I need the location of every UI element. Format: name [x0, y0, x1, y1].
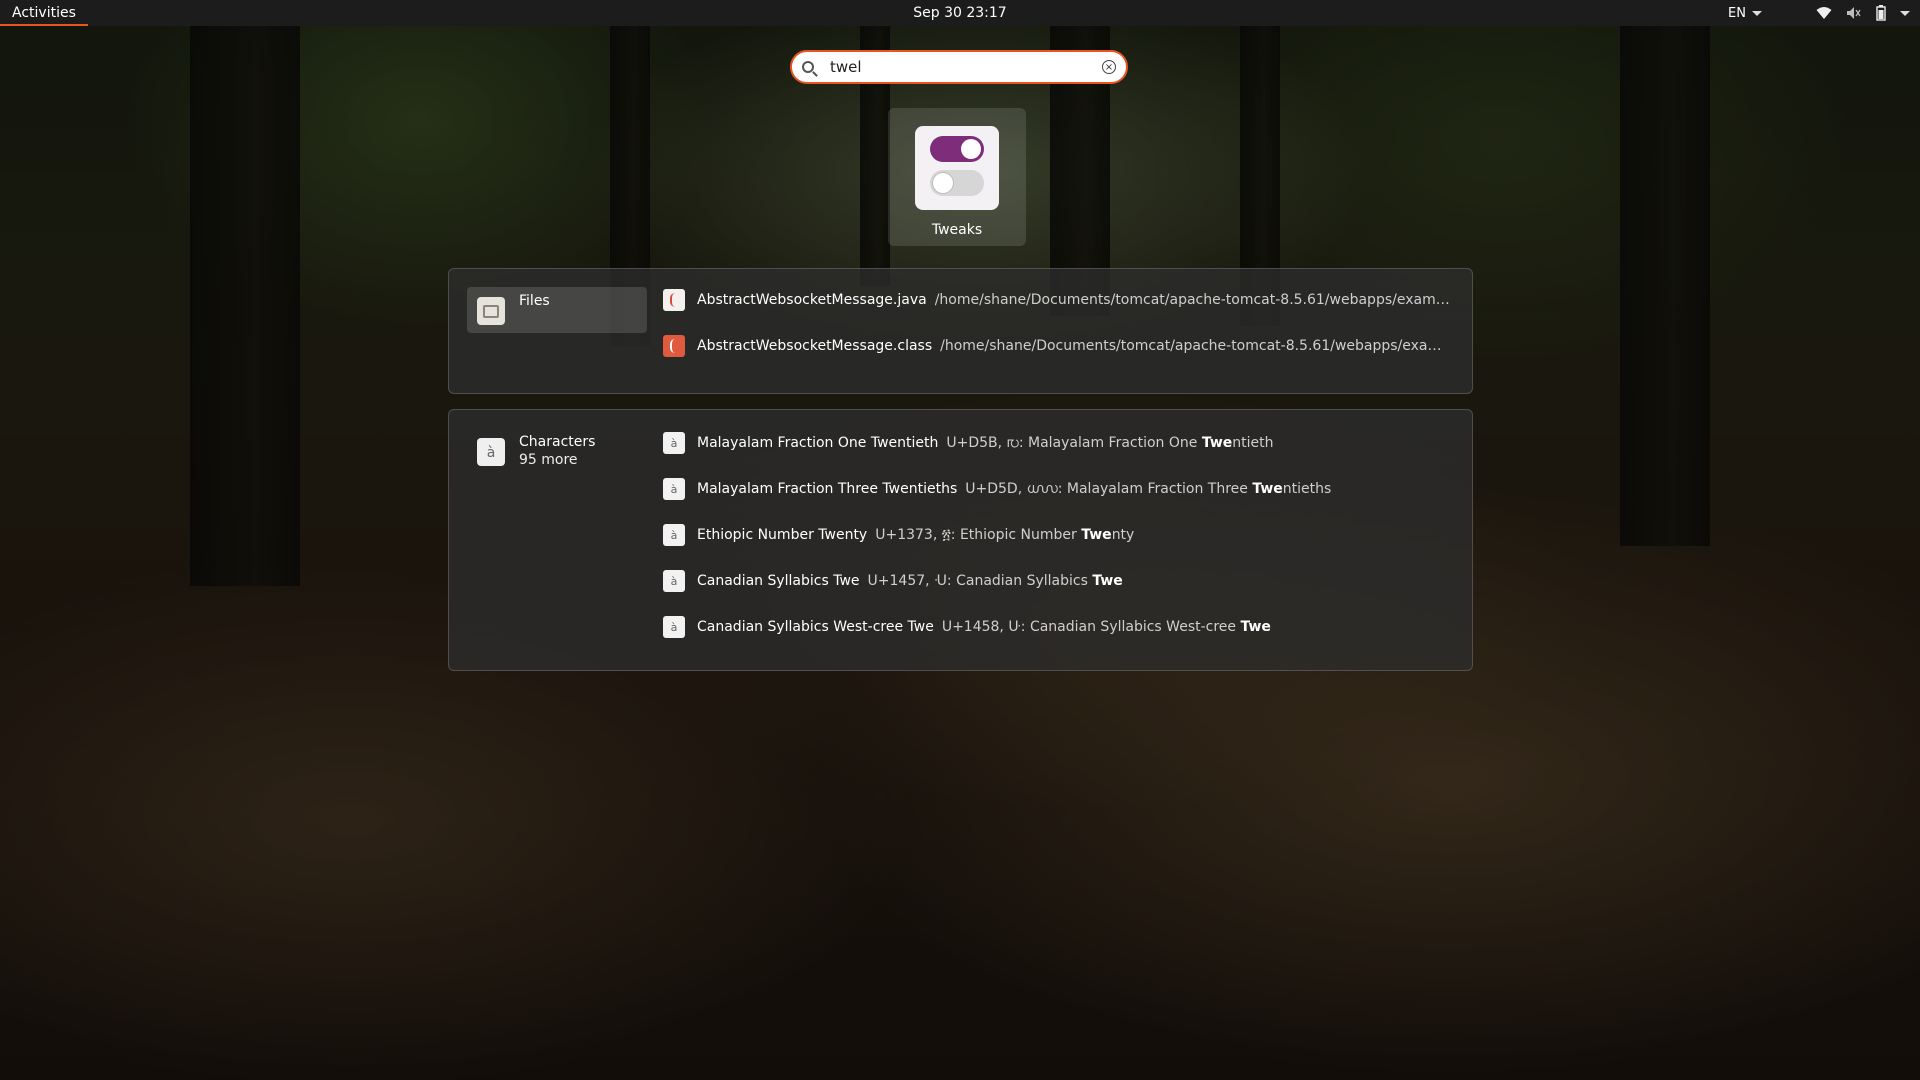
character-name: Malayalam Fraction Three Twentieths — [697, 481, 958, 497]
system-tray[interactable]: EN — [1728, 0, 1910, 26]
character-icon: à — [663, 432, 685, 454]
tweaks-toggle-icon — [915, 126, 999, 210]
character-name: Ethiopic Number Twenty — [697, 527, 868, 543]
file-path: /home/shane/Documents/tomcat/apache-tomc… — [940, 338, 1453, 354]
provider-files[interactable]: Files — [467, 287, 647, 333]
class-file-icon — [663, 335, 685, 357]
character-name: Canadian Syllabics West-cree Twe — [697, 619, 934, 635]
character-icon: à — [663, 524, 685, 546]
language-label: EN — [1728, 5, 1746, 21]
clear-icon[interactable]: × — [1102, 60, 1116, 74]
top-bar: Activities Sep 30 23:17 EN — [0, 0, 1920, 26]
battery-icon — [1876, 5, 1886, 21]
characters-icon: à — [477, 438, 505, 466]
files-results-panel: Files AbstractWebsocketMessage.java /hom… — [448, 268, 1473, 394]
toggle-on-glyph — [930, 136, 984, 162]
wifi-icon — [1816, 7, 1832, 19]
character-result[interactable]: à Malayalam Fraction One Twentieth U+D5B… — [663, 430, 1453, 456]
file-result[interactable]: AbstractWebsocketMessage.class /home/sha… — [663, 333, 1453, 359]
chevron-down-icon — [1752, 10, 1762, 16]
character-result[interactable]: à Ethiopic Number Twenty U+1373, ፳: Ethi… — [663, 522, 1453, 548]
file-result[interactable]: AbstractWebsocketMessage.java /home/shan… — [663, 287, 1453, 313]
character-description: U+1458, ᑘ: Canadian Syllabics West-cree … — [941, 619, 1271, 635]
character-description: U+D5D, ൝: Malayalam Fraction Three Twent… — [965, 481, 1332, 497]
character-result[interactable]: à Malayalam Fraction Three Twentieths U+… — [663, 476, 1453, 502]
character-description: U+1373, ፳: Ethiopic Number Twenty — [875, 527, 1135, 543]
provider-characters[interactable]: à Characters 95 more — [467, 428, 647, 474]
character-result[interactable]: à Canadian Syllabics Twe U+1457, ᑗ: Cana… — [663, 568, 1453, 594]
clock[interactable]: Sep 30 23:17 — [0, 0, 1920, 26]
character-icon: à — [663, 570, 685, 592]
file-name: AbstractWebsocketMessage.java — [697, 292, 927, 308]
provider-name: Files — [519, 293, 550, 309]
character-description: U+1457, ᑗ: Canadian Syllabics Twe — [867, 573, 1123, 589]
volume-icon — [1847, 7, 1861, 19]
characters-results-panel: à Characters 95 more à Malayalam Fractio… — [448, 409, 1473, 671]
character-description: U+D5B, ൛: Malayalam Fraction One Twentie… — [946, 435, 1274, 451]
search-field[interactable]: × — [790, 50, 1128, 84]
more-results-count: 95 more — [519, 452, 578, 468]
search-icon — [802, 61, 814, 73]
java-file-icon — [663, 289, 685, 311]
file-path: /home/shane/Documents/tomcat/apache-tomc… — [934, 292, 1453, 308]
language-indicator[interactable]: EN — [1728, 6, 1762, 21]
search-input[interactable] — [828, 57, 1102, 77]
character-name: Canadian Syllabics Twe — [697, 573, 860, 589]
character-icon: à — [663, 478, 685, 500]
character-name: Malayalam Fraction One Twentieth — [697, 435, 939, 451]
app-label: Tweaks — [931, 222, 983, 238]
file-name: AbstractWebsocketMessage.class — [697, 338, 933, 354]
provider-name: Characters — [519, 434, 596, 450]
app-result-tweaks[interactable]: Tweaks — [888, 108, 1026, 246]
character-result[interactable]: à Canadian Syllabics West-cree Twe U+145… — [663, 614, 1453, 640]
system-menu-chevron-icon[interactable] — [1900, 10, 1910, 16]
character-icon: à — [663, 616, 685, 638]
folder-icon — [477, 297, 505, 325]
toggle-off-glyph — [930, 170, 984, 196]
